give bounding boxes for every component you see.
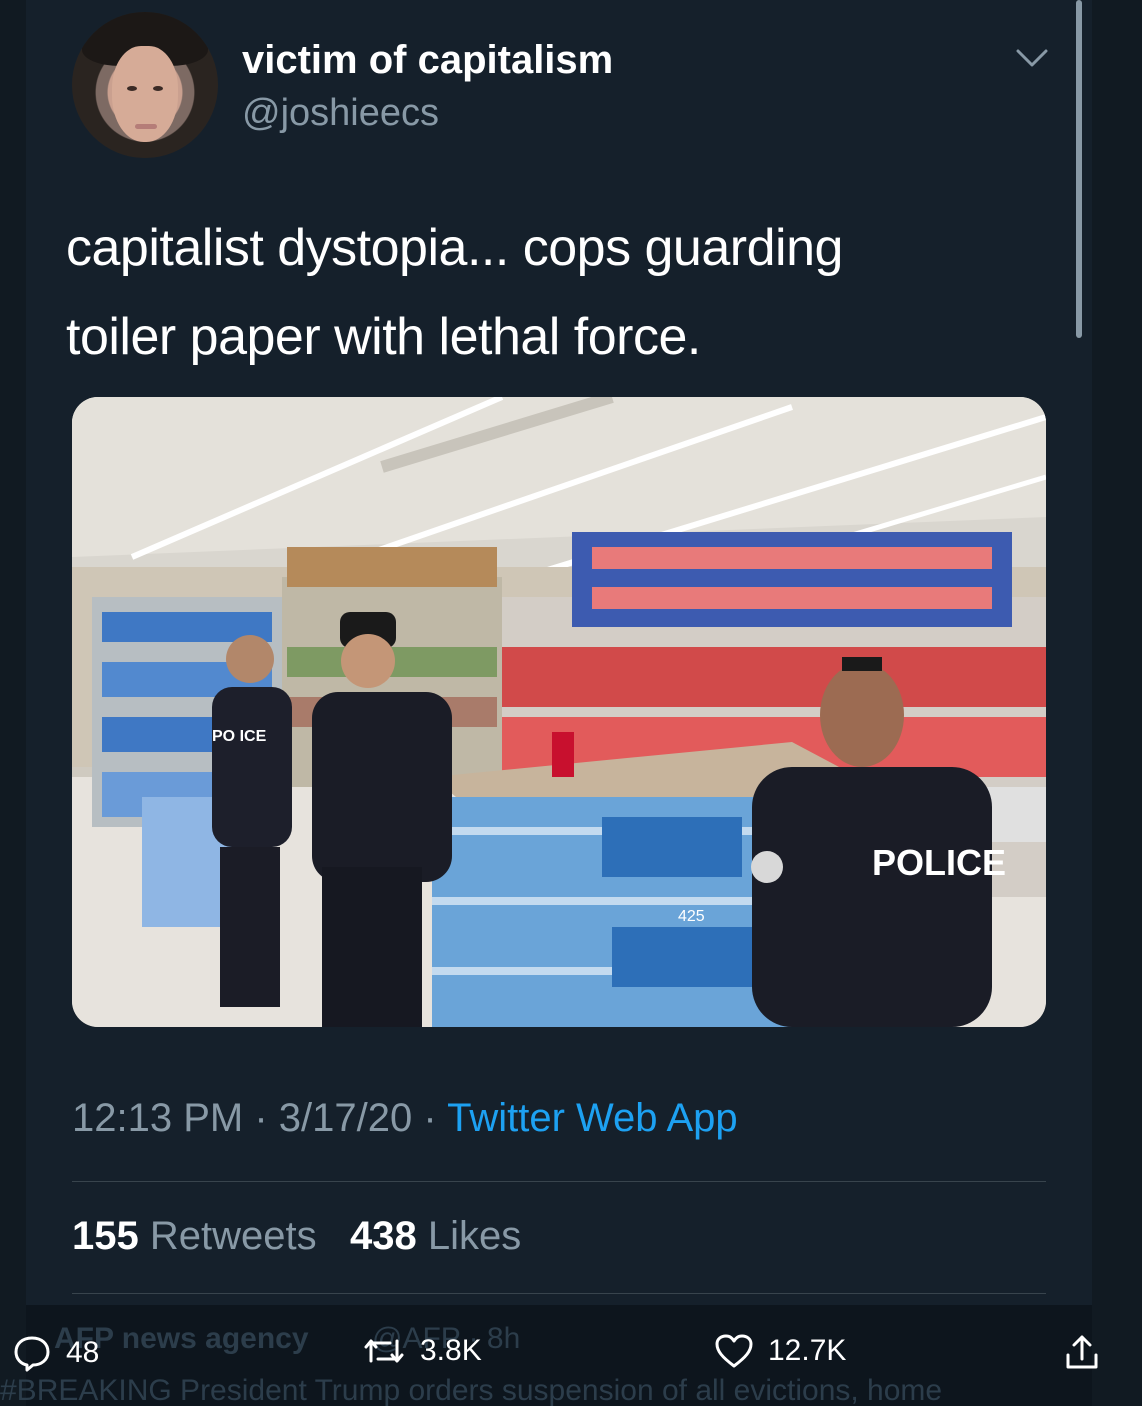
tweet-text-line-1: capitalist dystopia... cops guarding <box>66 219 843 277</box>
retweets-label: Retweets <box>149 1214 317 1258</box>
divider <box>72 1293 1046 1294</box>
share-action[interactable] <box>1062 1333 1102 1373</box>
tweet-date[interactable]: 3/17/20 <box>279 1096 412 1140</box>
retweet-icon <box>364 1339 404 1363</box>
tweet-metadata: 12:13 PM · 3/17/20 · Twitter Web App <box>72 1096 738 1141</box>
tweet-time[interactable]: 12:13 PM <box>72 1096 243 1140</box>
reply-action[interactable]: 48 <box>12 1333 99 1373</box>
share-icon <box>1066 1335 1098 1369</box>
user-handle[interactable]: @joshieecs <box>242 92 439 135</box>
like-icon <box>715 1334 753 1368</box>
photo-police-partial: PO ICE <box>212 728 267 745</box>
store-aisle-illustration: 425 PO ICE POLICE <box>72 397 1046 1027</box>
like-count: 12.7K <box>768 1334 847 1367</box>
tweet-source-link[interactable]: Twitter Web App <box>447 1096 738 1140</box>
display-name[interactable]: victim of capitalism <box>242 38 613 83</box>
separator-dot: · <box>254 1096 268 1140</box>
retweet-count: 3.8K <box>420 1334 482 1367</box>
engagement-stats: 155 Retweets 438 Likes <box>72 1214 521 1259</box>
tweet-photo[interactable]: 425 PO ICE POLICE <box>72 397 1046 1027</box>
background-timeline-right <box>1092 0 1142 1406</box>
likes-label: Likes <box>427 1214 522 1258</box>
photo-pack-count: 425 <box>678 908 705 925</box>
likes-count: 438 <box>349 1214 417 1258</box>
reply-icon <box>14 1336 50 1372</box>
retweet-action[interactable]: 3.8K <box>362 1333 482 1369</box>
tweet-text: capitalist dystopia... cops guarding toi… <box>66 204 996 382</box>
underlying-tweet-text: #BREAKING President Trump orders suspens… <box>0 1374 943 1406</box>
divider <box>72 1181 1046 1182</box>
separator-dot: · <box>423 1096 437 1140</box>
like-action[interactable]: 12.7K <box>714 1333 846 1369</box>
background-timeline-left <box>0 0 26 1406</box>
scrollbar[interactable] <box>1076 0 1082 338</box>
retweets-stat[interactable]: 155 Retweets <box>72 1214 317 1258</box>
reply-count: 48 <box>66 1336 100 1369</box>
likes-stat[interactable]: 438 Likes <box>350 1214 521 1258</box>
chevron-down-icon[interactable] <box>1014 46 1050 70</box>
photo-police-back: POLICE <box>872 842 1006 883</box>
retweets-count: 155 <box>72 1214 139 1258</box>
avatar[interactable] <box>72 12 218 158</box>
tweet-text-line-2: toiler paper with lethal force. <box>66 308 701 366</box>
